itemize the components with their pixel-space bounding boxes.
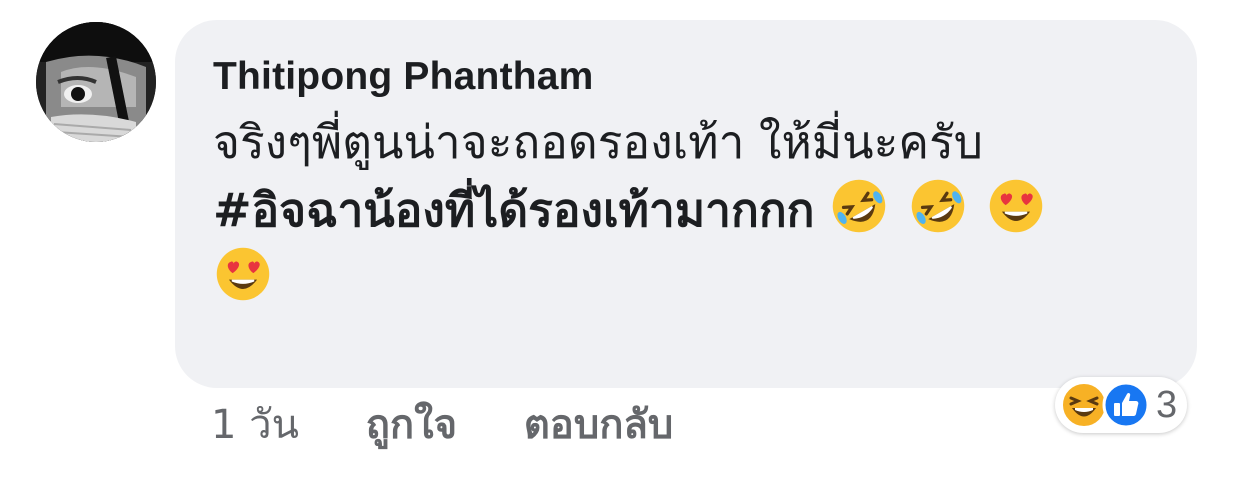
heart-eyes-emoji-icon bbox=[990, 179, 1043, 233]
rolling-laughing-emoji-icon bbox=[911, 179, 965, 233]
reaction-count: 3 bbox=[1156, 384, 1178, 426]
heart-eyes-emoji-icon bbox=[216, 247, 270, 301]
rolling-laughing-emoji-icon bbox=[832, 179, 886, 233]
reactions-summary[interactable]: 3 bbox=[1055, 377, 1188, 433]
comment-bubble: Thitipong Phantham จริงๆพี่ตูนน่าจะถอดรอ… bbox=[175, 20, 1197, 388]
reply-button[interactable]: ตอบกลับ bbox=[524, 400, 674, 450]
hashtag-link[interactable]: #อิจฉาน้องที่ได้รองเท้ามากกก bbox=[213, 183, 815, 237]
comment-text: จริงๆพี่ตูนน่าจะถอดรองเท้า ให้มี่นะครับ … bbox=[213, 108, 1167, 312]
comment: Thitipong Phantham จริงๆพี่ตูนน่าจะถอดรอ… bbox=[0, 0, 1242, 487]
comment-author[interactable]: Thitipong Phantham bbox=[213, 52, 1167, 102]
comment-timestamp[interactable]: 1 วัน bbox=[211, 400, 299, 450]
comment-text-line-3 bbox=[213, 244, 1167, 312]
avatar[interactable] bbox=[36, 22, 156, 142]
avatar-photo bbox=[36, 22, 156, 142]
like-thumb-icon bbox=[1102, 381, 1150, 429]
comment-actions: 1 วัน ถูกใจ ตอบกลับ bbox=[211, 400, 673, 450]
like-button[interactable]: ถูกใจ bbox=[366, 400, 457, 450]
comment-text-line: จริงๆพี่ตูนน่าจะถอดรองเท้า ให้มี่นะครับ bbox=[213, 115, 983, 169]
comment-text-line-2: #อิจฉาน้องที่ได้รองเท้ามากกก bbox=[213, 176, 1167, 244]
laughing-face-icon bbox=[1061, 382, 1107, 428]
